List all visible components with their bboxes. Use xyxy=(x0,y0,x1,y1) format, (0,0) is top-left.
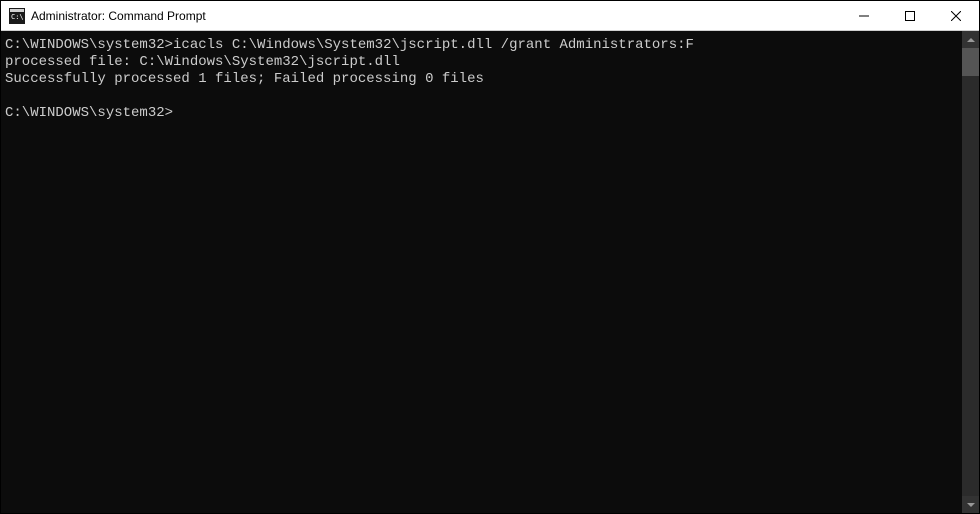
close-icon xyxy=(951,11,961,21)
prompt-1: C:\WINDOWS\system32> xyxy=(5,37,173,53)
close-button[interactable] xyxy=(933,1,979,30)
maximize-icon xyxy=(905,11,915,21)
vertical-scrollbar[interactable] xyxy=(962,31,979,513)
svg-text:C:\: C:\ xyxy=(11,13,24,21)
chevron-down-icon xyxy=(967,503,975,507)
titlebar[interactable]: C:\ Administrator: Command Prompt xyxy=(1,1,979,31)
command-prompt-window: C:\ Administrator: Command Prompt xyxy=(0,0,980,514)
scroll-up-button[interactable] xyxy=(962,31,979,48)
chevron-up-icon xyxy=(967,38,975,42)
scroll-thumb[interactable] xyxy=(962,48,979,76)
window-title: Administrator: Command Prompt xyxy=(31,9,841,23)
scroll-down-button[interactable] xyxy=(962,496,979,513)
window-controls xyxy=(841,1,979,30)
output-line-success: Successfully processed 1 files; Failed p… xyxy=(5,71,484,87)
client-area: C:\WINDOWS\system32>icacls C:\Windows\Sy… xyxy=(1,31,979,513)
output-line-processed: processed file: C:\Windows\System32\jscr… xyxy=(5,54,400,70)
command-1: icacls C:\Windows\System32\jscript.dll /… xyxy=(173,37,694,53)
minimize-button[interactable] xyxy=(841,1,887,30)
terminal-output[interactable]: C:\WINDOWS\system32>icacls C:\Windows\Sy… xyxy=(1,31,962,513)
maximize-button[interactable] xyxy=(887,1,933,30)
cmd-icon: C:\ xyxy=(9,8,25,24)
prompt-2: C:\WINDOWS\system32> xyxy=(5,105,173,121)
minimize-icon xyxy=(859,11,869,21)
